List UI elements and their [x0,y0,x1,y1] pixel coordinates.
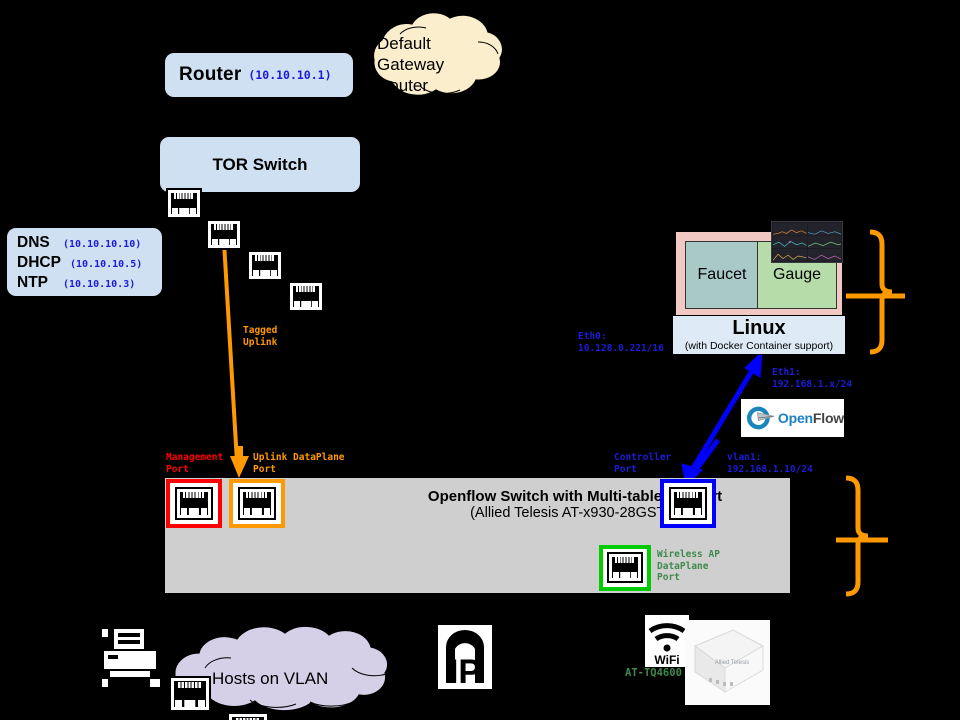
router-node[interactable]: Router (10.10.10.1) [165,53,353,97]
router-ip: (10.10.10.1) [248,68,332,82]
switch-port-1[interactable] [169,676,211,712]
uplink-dataplane-port-highlight[interactable] [229,479,285,528]
dashboard-panel-6 [807,249,841,261]
gateway-cloud-label: Default Gateway Router [377,34,445,95]
openflow-logo: OpenFlow [741,399,844,437]
controller-port-label: Controller Port [614,452,672,475]
controller-port-highlight[interactable] [660,479,716,528]
service-name-ntp: NTP [17,274,48,291]
switch-brace [845,475,869,597]
uplink-dataplane-port-label: Uplink DataPlane Port [253,452,345,475]
hosts-cloud-label: Hosts on VLAN [212,669,329,688]
linux-host-node[interactable]: Linux (with Docker Container support) [672,315,846,355]
tor-port-3[interactable] [247,250,283,281]
openflow-text-flow: Flow [812,410,844,426]
vlan1-label: vlan1: 192.168.1.10/24 [727,452,813,475]
openflow-text-open: Open [777,410,813,426]
svg-text:WiFi: WiFi [654,653,679,667]
router-label: Router [179,64,242,85]
dashboard-panel-4 [807,236,841,248]
switch-port-2[interactable] [227,712,269,720]
tor-switch-label: TOR Switch [212,154,308,174]
ip-phone-icon: IP [438,625,492,689]
service-row-ntp: NTP (10.10.10.3) [17,274,162,294]
openflow-switch-title: Openflow Switch with Multi-table support… [365,488,785,521]
tagged-uplink-label: Tagged Uplink [243,325,278,348]
tor-switch-node[interactable]: TOR Switch [160,137,360,192]
openflow-switch-title-line2: (Allied Telesis AT-x930-28GSTX) [470,505,680,521]
management-port-highlight[interactable] [166,479,222,528]
grafana-dashboard-thumbnail[interactable] [771,221,843,263]
service-row-dns: DNS (10.10.10.10) [17,234,162,254]
service-row-dhcp: DHCP (10.10.10.5) [17,254,162,274]
service-name-dhcp: DHCP [17,254,61,271]
server-brace [869,229,893,355]
eth1-label: Eth1: 192.168.1.x/24 [772,367,853,390]
diagram-vector-layer [173,12,905,712]
linux-sublabel: (with Docker Container support) [684,340,834,352]
management-port-label: Management Port [166,452,224,475]
printer-icon [102,629,160,687]
faucet-label: Faucet [697,266,747,283]
tor-port-1[interactable] [166,188,202,219]
dashboard-panel-3 [773,236,807,248]
linux-label: Linux [732,317,786,339]
wireless-access-point-image: Allied Telesis [685,620,770,705]
service-name-dns: DNS [17,234,50,251]
tagged-uplink-arrow [215,220,239,463]
wireless-ap-model-label: AT-TQ4600 [625,667,682,679]
uplink-down-arrowhead [230,446,249,478]
network-services-node[interactable]: DNS (10.10.10.10) DHCP (10.10.10.5) NTP … [7,228,162,296]
service-ip-dns: (10.10.10.10) [63,239,142,250]
dashboard-panel-5 [773,249,807,261]
openflow-logo-icon [747,406,775,430]
dashboard-panel-1 [773,223,807,235]
tor-port-4[interactable] [288,281,324,312]
eth0-label: Eth0: 10.128.0.221/16 [578,331,664,354]
service-ip-dhcp: (10.10.10.5) [70,259,143,270]
network-diagram-canvas: Default Gateway Router Hosts on VLAN Rou… [0,0,960,720]
service-ip-ntp: (10.10.10.3) [63,279,136,290]
tor-port-2[interactable] [206,219,242,250]
wifi-icon: WiFi [645,615,689,667]
faucet-container[interactable]: Faucet [685,241,759,309]
dashboard-panel-2 [807,223,841,235]
wireless-ap-dataplane-port-highlight[interactable] [599,545,651,591]
openflow-switch-title-line1: Openflow Switch with Multi-table support [427,488,723,505]
gauge-label: Gauge [772,266,822,283]
svg-text:IP: IP [449,653,481,689]
svg-text:Allied Telesis: Allied Telesis [715,660,750,666]
wireless-ap-dataplane-port-label: Wireless AP DataPlane Port [657,549,720,583]
